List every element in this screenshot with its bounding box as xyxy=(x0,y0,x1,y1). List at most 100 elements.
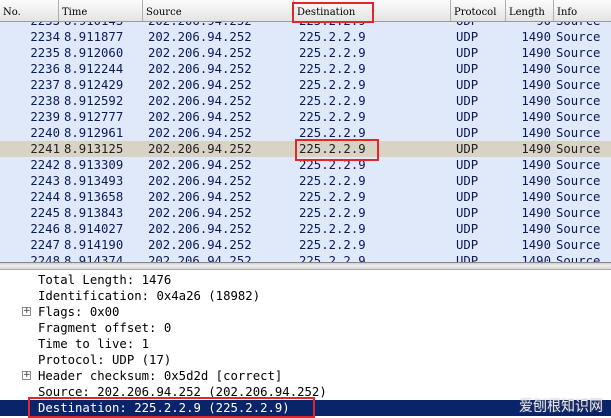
row-protocol: UDP xyxy=(456,254,479,262)
row-info: Source xyxy=(556,46,601,60)
row-number: 2247 xyxy=(30,238,60,252)
packet-row[interactable]: 2242 8.913309 202.206.94.252 225.2.2.9 UDP 14… xyxy=(0,157,611,173)
column-header-destination[interactable]: Destination xyxy=(294,0,451,21)
watermark-logo: 爱刨根知识网 xyxy=(519,399,603,415)
row-length: 1490 xyxy=(521,30,551,44)
row-length: 1490 xyxy=(521,142,551,156)
row-destination: 225.2.2.9 xyxy=(299,174,366,188)
row-number: 2234 xyxy=(30,30,60,44)
row-source: 202.206.94.252 xyxy=(148,206,252,220)
detail-line-text: Time to live: 1 xyxy=(38,337,150,351)
detail-line[interactable]: + Flags: 0x00 xyxy=(0,304,611,320)
row-time: 8.912961 xyxy=(64,126,124,140)
detail-line-text: Total Length: 1476 xyxy=(38,273,172,287)
row-info: Source xyxy=(556,158,601,172)
row-time: 8.911877 xyxy=(64,30,124,44)
row-destination: 225.2.2.9 xyxy=(299,62,366,76)
pane-splitter[interactable] xyxy=(0,262,611,270)
packet-row[interactable]: 2238 8.912592 202.206.94.252 225.2.2.9 UDP 14… xyxy=(0,93,611,109)
row-number: 2241 xyxy=(30,142,60,156)
row-time: 8.914374 xyxy=(64,254,124,262)
column-header-time[interactable]: Time xyxy=(59,0,143,21)
row-length: 1490 xyxy=(521,238,551,252)
detail-line[interactable]: Total Length: 1476 xyxy=(0,272,611,288)
row-destination: 225.2.2.9 xyxy=(299,190,366,204)
detail-line[interactable]: Time to live: 1 xyxy=(0,336,611,352)
row-destination: 225.2.2.9 xyxy=(299,142,366,156)
column-header-no[interactable]: No. xyxy=(0,0,59,21)
row-info: Source xyxy=(556,110,601,124)
row-time: 8.912777 xyxy=(64,110,124,124)
row-time: 8.913125 xyxy=(64,142,124,156)
row-length: 1490 xyxy=(521,78,551,92)
detail-line[interactable]: Fragment offset: 0 xyxy=(0,320,611,336)
detail-line-text: Identification: 0x4a26 (18982) xyxy=(38,289,261,303)
row-source: 202.206.94.252 xyxy=(148,94,252,108)
detail-line[interactable]: + Header checksum: 0x5d2d [correct] xyxy=(0,368,611,384)
expand-plus-icon[interactable]: + xyxy=(22,371,31,380)
row-number: 2237 xyxy=(30,78,60,92)
packet-row[interactable]: 2235 8.912060 202.206.94.252 225.2.2.9 UDP 14… xyxy=(0,45,611,61)
row-source: 202.206.94.252 xyxy=(148,190,252,204)
row-source: 202.206.94.252 xyxy=(148,110,252,124)
row-info: Source xyxy=(556,30,601,44)
packet-row[interactable]: 2239 8.912777 202.206.94.252 225.2.2.9 UDP 14… xyxy=(0,109,611,125)
column-header-length[interactable]: Length xyxy=(506,0,554,21)
column-header-protocol[interactable]: Protocol xyxy=(451,0,506,21)
row-protocol: UDP xyxy=(456,142,479,156)
row-destination: 225.2.2.9 xyxy=(299,254,366,262)
column-header-bar: No. Time Source Destination Protocol Len… xyxy=(0,0,611,23)
column-header-info[interactable]: Info xyxy=(554,0,611,21)
row-time: 8.912429 xyxy=(64,78,124,92)
row-number: 2240 xyxy=(30,126,60,140)
packet-details-pane[interactable]: Total Length: 1476 Identification: 0x4a26… xyxy=(0,270,611,418)
row-protocol: UDP xyxy=(456,238,479,252)
row-source: 202.206.94.252 xyxy=(148,142,252,156)
row-source: 202.206.94.252 xyxy=(148,238,252,252)
row-length: 1490 xyxy=(521,254,551,262)
packet-row[interactable]: 2247 8.914190 202.206.94.252 225.2.2.9 UDP 14… xyxy=(0,237,611,253)
packet-row[interactable]: 2243 8.913493 202.206.94.252 225.2.2.9 UDP 14… xyxy=(0,173,611,189)
row-length: 1490 xyxy=(521,174,551,188)
row-destination: 225.2.2.9 xyxy=(299,158,366,172)
packet-row[interactable]: 2236 8.912244 202.206.94.252 225.2.2.9 UDP 14… xyxy=(0,61,611,77)
column-header-source[interactable]: Source xyxy=(143,0,294,21)
packet-list-pane[interactable]: 22338.910143202.206.94.252225.2.2.9UDP90… xyxy=(0,0,611,262)
packet-row-selected[interactable]: 2241 8.913125 202.206.94.252 225.2.2.9 UDP 14… xyxy=(0,141,611,157)
row-destination: 225.2.2.9 xyxy=(299,206,366,220)
row-source: 202.206.94.252 xyxy=(148,78,252,92)
detail-line-text: Destination: 225.2.2.9 (225.2.2.9) xyxy=(38,401,290,415)
row-length: 1490 xyxy=(521,206,551,220)
row-info: Source xyxy=(556,62,601,76)
row-info: Source xyxy=(556,174,601,188)
detail-line-text: Fragment offset: 0 xyxy=(38,321,172,335)
packet-row[interactable]: 2245 8.913843 202.206.94.252 225.2.2.9 UDP 14… xyxy=(0,205,611,221)
detail-line[interactable]: Protocol: UDP (17) xyxy=(0,352,611,368)
row-protocol: UDP xyxy=(456,206,479,220)
packet-row[interactable]: 2246 8.914027 202.206.94.252 225.2.2.9 UDP 14… xyxy=(0,221,611,237)
row-info: Source xyxy=(556,254,601,262)
row-info: Source xyxy=(556,190,601,204)
row-length: 1490 xyxy=(521,62,551,76)
row-protocol: UDP xyxy=(456,174,479,188)
detail-line[interactable]: Identification: 0x4a26 (18982) xyxy=(0,288,611,304)
row-number: 2238 xyxy=(30,94,60,108)
row-destination: 225.2.2.9 xyxy=(299,222,366,236)
row-time: 8.912592 xyxy=(64,94,124,108)
expand-plus-icon[interactable]: + xyxy=(22,307,31,316)
row-number: 2245 xyxy=(30,206,60,220)
row-length: 1490 xyxy=(521,222,551,236)
packet-row[interactable]: 2244 8.913658 202.206.94.252 225.2.2.9 UDP 14… xyxy=(0,189,611,205)
row-length: 1490 xyxy=(521,158,551,172)
row-length: 1490 xyxy=(521,46,551,60)
row-destination: 225.2.2.9 xyxy=(299,46,366,60)
packet-row[interactable]: 2237 8.912429 202.206.94.252 225.2.2.9 UDP 14… xyxy=(0,77,611,93)
packet-row[interactable]: 2234 8.911877 202.206.94.252 225.2.2.9 UDP 14… xyxy=(0,29,611,45)
row-protocol: UDP xyxy=(456,62,479,76)
row-time: 8.913843 xyxy=(64,206,124,220)
detail-line-text: Flags: 0x00 xyxy=(38,305,120,319)
packet-row[interactable]: 2240 8.912961 202.206.94.252 225.2.2.9 UDP 14… xyxy=(0,125,611,141)
packet-row[interactable]: 2248 8.914374 202.206.94.252 225.2.2.9 UDP 14… xyxy=(0,253,611,262)
row-info: Source xyxy=(556,94,601,108)
row-info: Source xyxy=(556,142,601,156)
